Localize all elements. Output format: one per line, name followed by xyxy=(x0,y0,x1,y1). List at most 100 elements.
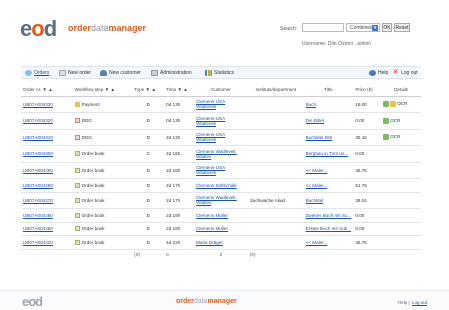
new-order-icon xyxy=(59,70,66,76)
title-link[interactable]: << Maler... xyxy=(303,178,354,193)
nav-new-order[interactable]: New order xyxy=(59,70,91,76)
nav-statistics[interactable]: Statistics xyxy=(205,70,234,76)
search-reset-button[interactable]: Reset xyxy=(394,23,410,32)
title-link[interactable]: Erstes Buch mit Sub... xyxy=(303,222,354,236)
col-order-nr[interactable]: Order nr. ▼ ▲ xyxy=(21,84,73,97)
workflow-cell: Order book xyxy=(72,235,133,250)
time-cell: 2d 16h xyxy=(164,162,195,179)
title-link[interactable]: Buchtitel xyxy=(303,192,354,209)
table-row[interactable]: UB07A004280 Order book D 2d 17h Clemens … xyxy=(21,178,421,193)
nav-administration[interactable]: Administration xyxy=(151,70,192,76)
table-row[interactable]: UB07A004310 DDG D 2d 13h Clemens-USA Wadl… xyxy=(21,129,421,146)
table-row[interactable]: UB07A004300 Order book C 2d 16h Clemens … xyxy=(21,145,421,163)
order-nr-link[interactable]: UB07A004330 xyxy=(21,96,73,113)
table-row[interactable]: UB07A004250 Order book D 2d 18h Clemens … xyxy=(21,222,421,236)
institute-cell xyxy=(247,145,304,163)
table-row[interactable]: UB07A004220 Order book D 4d 22h Maria Dr… xyxy=(21,235,421,250)
title-link[interactable]: Buch xyxy=(303,96,354,113)
search-ok-button[interactable]: OK xyxy=(382,23,392,32)
workflow-cell: Payment xyxy=(72,96,133,113)
nav-logout[interactable]: ✕ Log out xyxy=(392,69,418,76)
customer-link[interactable]: Clemens-USA Wadlevek xyxy=(194,162,248,179)
table-row[interactable]: UB07A004330 Payment D 0d 13h Clemens-USA… xyxy=(21,96,421,113)
summary-blank xyxy=(304,249,354,259)
col-type[interactable]: Type ▼ ▲ xyxy=(132,84,165,97)
order-book-icon xyxy=(74,226,80,232)
customer-link[interactable]: Maria Dräger xyxy=(194,235,248,250)
table-row[interactable]: UB07A004320 DDG D 0d 13h Clemens-USA Wadl… xyxy=(21,112,421,130)
customer-link[interactable]: Clemens Müller xyxy=(194,208,248,223)
summary-blank xyxy=(381,249,421,259)
order-nr-link[interactable]: UB07A004280 xyxy=(21,178,73,193)
table-row[interactable]: UB07A004270 Order book D 2d 17h Clemens … xyxy=(21,192,421,209)
time-cell: 4d 22h xyxy=(164,235,195,250)
customer-link[interactable]: Clemens Wadlevek, Wadlev xyxy=(194,192,248,209)
workflow-cell: DDG xyxy=(72,112,133,130)
order-nr-link[interactable]: UB07A004220 xyxy=(21,235,73,250)
price-cell: 38.04 xyxy=(353,192,382,209)
order-nr-link[interactable]: UB07A004250 xyxy=(21,222,73,236)
footer-help-link[interactable]: Help | xyxy=(398,300,410,305)
nav-help[interactable]: Help xyxy=(369,70,388,76)
institute-cell xyxy=(247,222,304,236)
col-time[interactable]: Time ▼ ▲ xyxy=(164,84,195,97)
institute-cell xyxy=(247,162,304,179)
summary-blank xyxy=(73,249,133,259)
workflow-cell: Order book xyxy=(72,208,133,223)
order-nr-link[interactable]: UB07A004310 xyxy=(21,129,73,146)
title-link[interactable]: << Maler... xyxy=(303,235,354,250)
footer-logout-link[interactable]: Log out xyxy=(412,300,427,305)
document-icon[interactable] xyxy=(383,134,390,141)
customer-link[interactable]: Clemens-USA Wadlevek xyxy=(194,112,248,130)
orders-table: Order nr. ▼ ▲ Workflow step ▼ ▲ Type ▼ ▲… xyxy=(21,84,421,259)
document-icon[interactable] xyxy=(383,117,390,124)
price-cell: 35.15 xyxy=(353,129,382,146)
title-link[interactable]: Die Bibel xyxy=(303,112,354,130)
nav-orders[interactable]: Orders xyxy=(25,70,49,76)
help-icon xyxy=(369,70,376,76)
order-nr-link[interactable]: UB07A004270 xyxy=(21,192,73,209)
details-cell[interactable]: OCR xyxy=(381,112,421,130)
customer-link[interactable]: Clemens-USA Wadlevek xyxy=(194,96,248,113)
workflow-cell: DDG xyxy=(72,129,133,146)
col-title: Title xyxy=(303,84,354,97)
details-cell[interactable]: OCR xyxy=(381,96,421,113)
title-link[interactable]: Zweites Buch mit Su... xyxy=(303,208,354,223)
document-icon[interactable] xyxy=(383,101,390,108)
title-link[interactable]: Buchtitel 666 xyxy=(303,129,354,146)
main-navbar: Orders New order New customer Administra… xyxy=(21,66,421,79)
search-input[interactable] xyxy=(302,23,344,32)
title-link[interactable]: Bergbau in Tirol un... xyxy=(303,145,354,163)
type-cell: D xyxy=(132,192,165,209)
time-cell: 0d 13h xyxy=(164,112,195,130)
workflow-cell: Order book xyxy=(72,162,133,179)
order-book-icon xyxy=(74,151,80,157)
order-nr-link[interactable]: UB07A004260 xyxy=(21,208,73,223)
search-mode-select[interactable]: Combined ▾ xyxy=(346,23,380,32)
workflow-cell: Order book xyxy=(72,145,133,163)
order-nr-link[interactable]: UB07A004290 xyxy=(21,162,73,179)
title-link[interactable]: << Maler... xyxy=(303,162,354,179)
details-cell xyxy=(381,162,421,179)
edit-icon[interactable] xyxy=(390,101,397,108)
customer-link[interactable]: Clemens Müller xyxy=(194,222,248,236)
table-row[interactable]: UB07A004260 Order book D 2d 18h Clemens … xyxy=(21,208,421,223)
customer-link[interactable]: Clemens Softschalk xyxy=(194,178,248,193)
chevron-down-icon[interactable]: ▾ xyxy=(372,25,378,31)
price-cell: 46.76 xyxy=(353,235,382,250)
order-book-icon xyxy=(74,182,80,188)
orders-icon xyxy=(25,70,32,76)
customer-link[interactable]: Clemens-USA Wadlevek xyxy=(194,129,248,146)
customer-link[interactable]: Clemens Wadlevek, Wadlev xyxy=(194,145,248,163)
details-cell[interactable]: OCR xyxy=(381,129,421,146)
col-workflow-step[interactable]: Workflow step ▼ ▲ xyxy=(72,84,133,97)
order-nr-link[interactable]: UB07A004300 xyxy=(21,145,73,163)
order-nr-link[interactable]: UB07A004320 xyxy=(21,112,73,130)
time-cell: 2d 17h xyxy=(164,178,195,193)
table-row[interactable]: UB07A004290 Order book D 2d 16h Clemens-… xyxy=(21,162,421,179)
eod-logo[interactable]: eod xyxy=(20,16,57,42)
close-icon: ✕ xyxy=(392,69,399,76)
table-header-row: Order nr. ▼ ▲ Workflow step ▼ ▲ Type ▼ ▲… xyxy=(21,84,421,97)
nav-new-customer[interactable]: New customer xyxy=(100,70,141,76)
institute-cell xyxy=(247,178,304,193)
